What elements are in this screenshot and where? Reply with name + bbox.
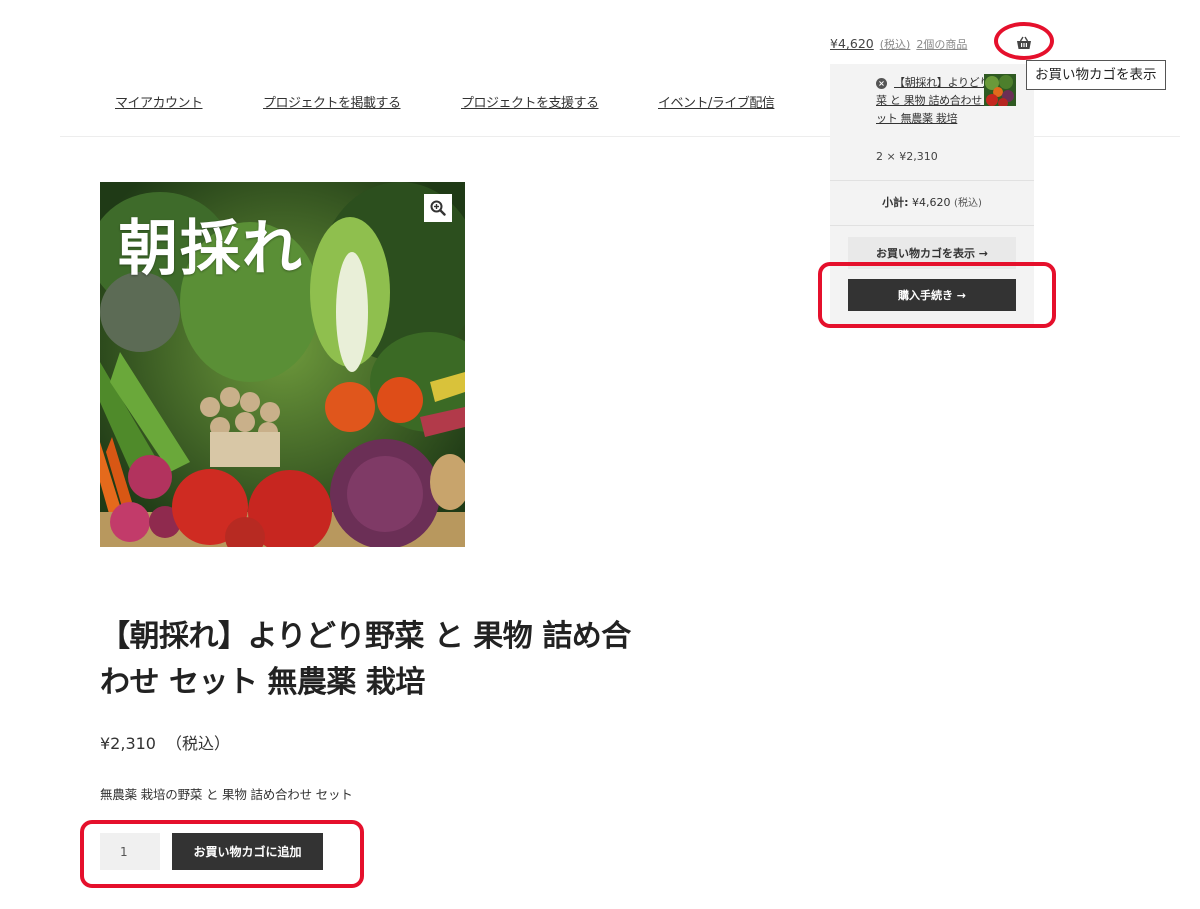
view-cart-button[interactable]: お買い物カゴを表示 → xyxy=(848,237,1016,269)
subtotal-tax: (税込) xyxy=(954,198,982,209)
nav-item-events[interactable]: イベント/ライブ配信 xyxy=(658,92,775,111)
product-image[interactable]: 朝採れ xyxy=(100,182,465,547)
subtotal-label: 小計: xyxy=(882,196,909,209)
subtotal-value: ¥4,620 xyxy=(912,196,951,209)
mini-cart-item: × 【朝採れ】よりどり野菜 と 果物 詰め合わせ セット 無農薬 栽培 2 × … xyxy=(830,64,1034,181)
product-title: 【朝採れ】よりどり野菜 と 果物 詰め合わせ セット 無農薬 栽培 xyxy=(100,619,631,700)
nav-item-post-project[interactable]: プロジェクトを掲載する xyxy=(263,92,401,111)
add-to-cart-button[interactable]: お買い物カゴに追加 xyxy=(172,833,323,870)
cart-summary[interactable]: ¥4,620 (税込) 2個の商品 xyxy=(830,36,967,52)
zoom-icon xyxy=(430,200,446,216)
nav-item-support-project[interactable]: プロジェクトを支援する xyxy=(461,92,599,111)
nav-item-my-account[interactable]: マイアカウント xyxy=(115,92,203,111)
price-value: ¥2,310 xyxy=(100,734,156,753)
quantity-input[interactable] xyxy=(100,833,160,870)
mini-cart-subtotal: 小計: ¥4,620 (税込) xyxy=(830,181,1034,226)
vegetable-thumbnail-image xyxy=(984,74,1016,106)
basket-icon xyxy=(1017,36,1031,49)
zoom-button[interactable] xyxy=(424,194,452,222)
cart-tax[interactable]: (税込) xyxy=(880,36,911,52)
cart-amount[interactable]: ¥4,620 xyxy=(830,36,874,51)
product-price: ¥2,310 （税込） xyxy=(100,730,230,754)
checkout-button[interactable]: 購入手続き → xyxy=(848,279,1016,311)
mini-cart-dropdown: × 【朝採れ】よりどり野菜 と 果物 詰め合わせ セット 無農薬 栽培 2 × … xyxy=(830,64,1034,324)
product-description: 無農薬 栽培の野菜 と 果物 詰め合わせ セット xyxy=(100,787,353,802)
mini-cart-item-quantity: 2 × ¥2,310 xyxy=(876,150,938,163)
cart-item-count[interactable]: 2個の商品 xyxy=(916,36,967,52)
cart-tooltip: お買い物カゴを表示 xyxy=(1026,60,1166,90)
mini-cart-thumbnail[interactable] xyxy=(984,74,1016,106)
price-tax: （税込） xyxy=(165,734,230,753)
image-caption: 朝採れ xyxy=(118,214,304,284)
cart-button[interactable] xyxy=(1003,28,1045,58)
